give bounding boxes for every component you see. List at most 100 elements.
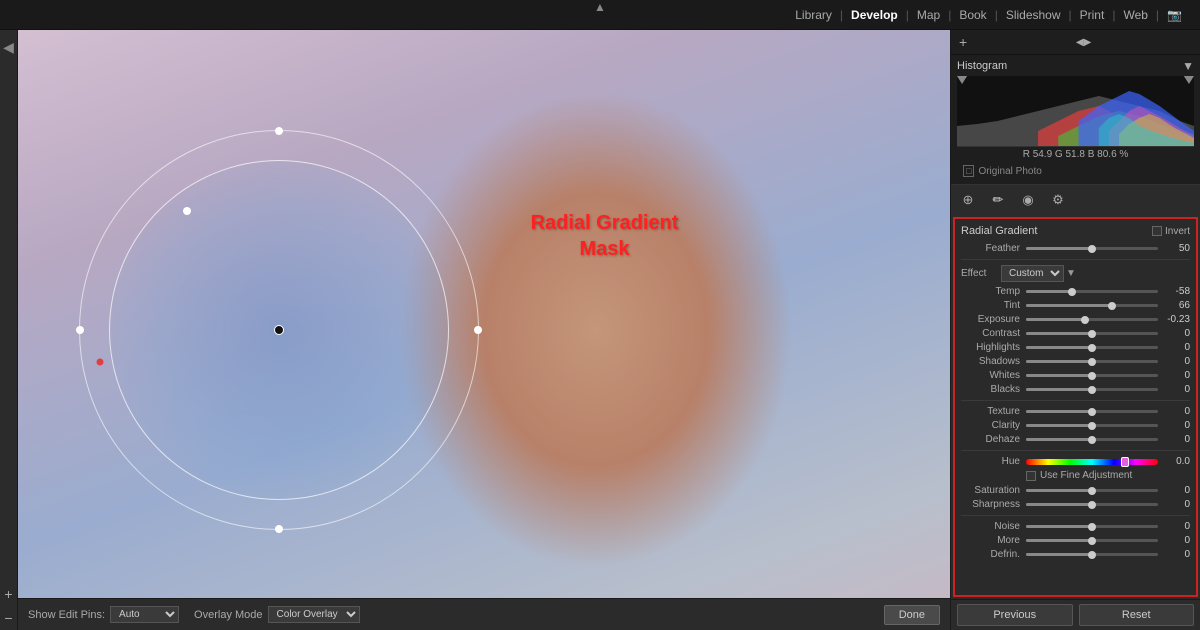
- slider-row-temp: Temp -58: [961, 286, 1190, 297]
- invert-checkbox[interactable]: [1152, 226, 1162, 236]
- sliders-container: Temp -58 Tint 66 Exposure: [961, 286, 1190, 560]
- tint-track[interactable]: [1026, 304, 1158, 307]
- previous-button[interactable]: Previous: [957, 604, 1073, 626]
- top-menu-bar: ▲ Library | Develop | Map | Book | Slide…: [0, 0, 1200, 30]
- noise-label: Noise: [961, 521, 1026, 532]
- bottom-action-buttons: Previous Reset: [951, 599, 1200, 630]
- auto-select[interactable]: Auto Always Never Selected: [110, 606, 179, 623]
- main-layout: ◀ + −: [0, 30, 1200, 630]
- contrast-label: Contrast: [961, 328, 1026, 339]
- more-value: 0: [1158, 535, 1190, 546]
- temp-value: -58: [1158, 286, 1190, 297]
- reset-button[interactable]: Reset: [1079, 604, 1195, 626]
- effect-label: Effect: [961, 268, 1001, 279]
- control-point-left[interactable]: [76, 326, 84, 334]
- slider-row-whites: Whites 0: [961, 370, 1190, 381]
- noise-value: 0: [1158, 521, 1190, 532]
- tool-brush[interactable]: ✏: [987, 189, 1009, 211]
- control-point-bottom[interactable]: [275, 525, 283, 533]
- slider-row-highlights: Highlights 0: [961, 342, 1190, 353]
- done-button[interactable]: Done: [884, 605, 940, 625]
- defrin.-value: 0: [1158, 549, 1190, 560]
- hue-track[interactable]: [1026, 459, 1158, 465]
- control-point-rotate[interactable]: [96, 358, 103, 365]
- divider-2: [961, 400, 1190, 401]
- tint-label: Tint: [961, 300, 1026, 311]
- saturation-value: 0: [1158, 485, 1190, 496]
- slider-row-noise: Noise 0: [961, 521, 1190, 532]
- slider-row-texture: Texture 0: [961, 406, 1190, 417]
- noise-track[interactable]: [1026, 525, 1158, 528]
- effect-select[interactable]: Custom: [1001, 265, 1064, 282]
- left-expand-icon[interactable]: ◀: [0, 35, 17, 60]
- highlights-value: 0: [1158, 342, 1190, 353]
- panel-collapse-arrows[interactable]: ◀▶: [971, 37, 1196, 48]
- contrast-track[interactable]: [1026, 332, 1158, 335]
- invert-option: Invert: [1152, 226, 1190, 237]
- overlay-mode-select[interactable]: Color Overlay: [268, 606, 360, 623]
- control-point-top[interactable]: [275, 127, 283, 135]
- photo-background: Radial GradientMask: [18, 30, 950, 630]
- slider-row-contrast: Contrast 0: [961, 328, 1190, 339]
- slider-row-tint: Tint 66: [961, 300, 1190, 311]
- highlights-label: Highlights: [961, 342, 1026, 353]
- left-remove-icon[interactable]: −: [0, 606, 17, 630]
- panel-plus-icon[interactable]: +: [955, 32, 971, 52]
- dehaze-label: Dehaze: [961, 434, 1026, 445]
- texture-track[interactable]: [1026, 410, 1158, 413]
- temp-track[interactable]: [1026, 290, 1158, 293]
- more-label: More: [961, 535, 1026, 546]
- menu-develop[interactable]: Develop: [843, 8, 906, 22]
- menu-book[interactable]: Book: [951, 8, 994, 22]
- menu-slideshow[interactable]: Slideshow: [998, 8, 1069, 22]
- saturation-track[interactable]: [1026, 489, 1158, 492]
- menu-map[interactable]: Map: [909, 8, 948, 22]
- menu-web[interactable]: Web: [1115, 8, 1155, 22]
- blacks-label: Blacks: [961, 384, 1026, 395]
- histogram-expand-icon[interactable]: ▼: [1182, 59, 1194, 73]
- tool-eye[interactable]: ◉: [1017, 189, 1039, 211]
- exposure-track[interactable]: [1026, 318, 1158, 321]
- feather-track[interactable]: [1026, 247, 1158, 250]
- control-point-upper-left[interactable]: [183, 207, 191, 215]
- slider-row-defrin.: Defrin. 0: [961, 549, 1190, 560]
- blacks-track[interactable]: [1026, 388, 1158, 391]
- slider-row-saturation: Saturation 0: [961, 485, 1190, 496]
- divider-3: [961, 450, 1190, 451]
- use-fine-row: Use Fine Adjustment: [961, 470, 1190, 481]
- control-point-right[interactable]: [474, 326, 482, 334]
- slider-row-sharpness: Sharpness 0: [961, 499, 1190, 510]
- divider-1: [961, 259, 1190, 260]
- dehaze-track[interactable]: [1026, 438, 1158, 441]
- left-add-icon[interactable]: +: [0, 582, 17, 606]
- divider-4: [961, 515, 1190, 516]
- highlights-track[interactable]: [1026, 346, 1158, 349]
- more-track[interactable]: [1026, 539, 1158, 542]
- menu-print[interactable]: Print: [1072, 8, 1113, 22]
- rg-title: Radial Gradient: [961, 225, 1037, 237]
- contrast-value: 0: [1158, 328, 1190, 339]
- control-point-center[interactable]: [274, 325, 284, 335]
- slider-row-blacks: Blacks 0: [961, 384, 1190, 395]
- shadows-track[interactable]: [1026, 360, 1158, 363]
- use-fine-checkbox[interactable]: [1026, 471, 1036, 481]
- rg-header: Radial Gradient Invert: [961, 225, 1190, 237]
- exposure-value: -0.23: [1158, 314, 1190, 325]
- slider-row-dehaze: Dehaze 0: [961, 434, 1190, 445]
- checkbox-original[interactable]: □: [963, 165, 974, 177]
- shadows-value: 0: [1158, 356, 1190, 367]
- tool-target[interactable]: ⊕: [957, 189, 979, 211]
- tint-value: 66: [1158, 300, 1190, 311]
- whites-track[interactable]: [1026, 374, 1158, 377]
- show-edit-pins-label: Show Edit Pins:: [28, 609, 105, 621]
- clarity-track[interactable]: [1026, 424, 1158, 427]
- tool-gear[interactable]: ⚙: [1047, 189, 1069, 211]
- slider-row-clarity: Clarity 0: [961, 420, 1190, 431]
- use-fine-label: Use Fine Adjustment: [1040, 470, 1132, 481]
- shadows-label: Shadows: [961, 356, 1026, 367]
- menu-library[interactable]: Library: [787, 8, 840, 22]
- sharpness-track[interactable]: [1026, 503, 1158, 506]
- defrin.-track[interactable]: [1026, 553, 1158, 556]
- saturation-label: Saturation: [961, 485, 1026, 496]
- hue-value: 0.0: [1158, 456, 1190, 467]
